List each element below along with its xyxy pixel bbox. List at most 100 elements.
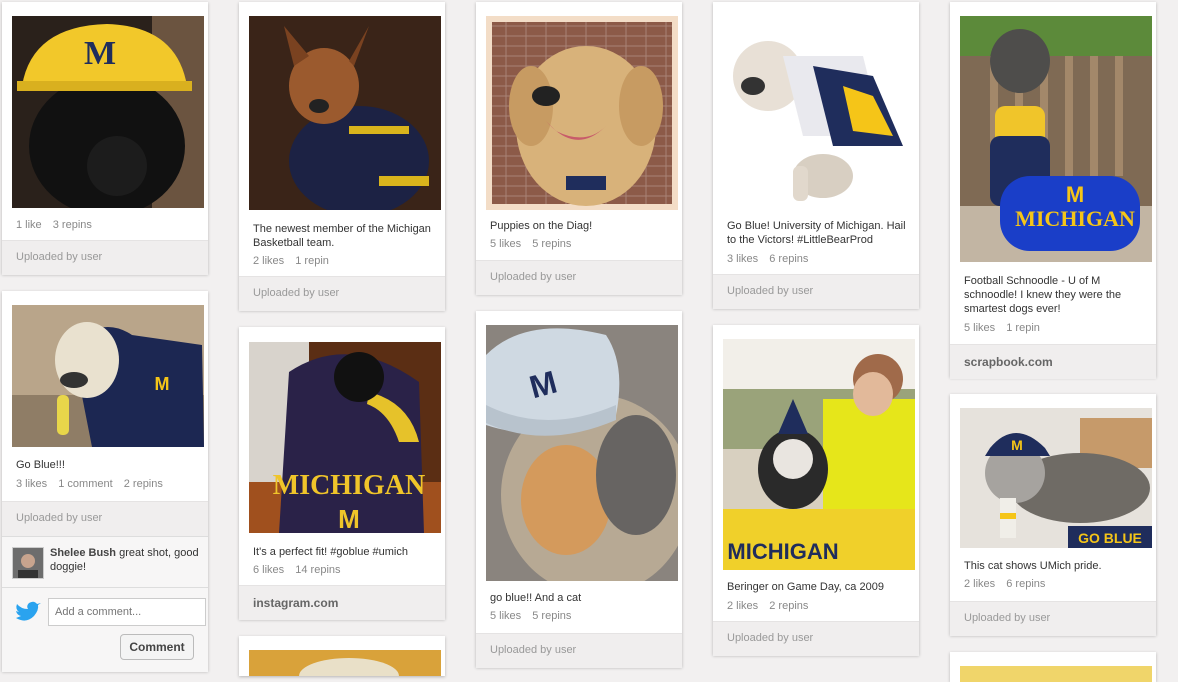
pin-card[interactable]: Go Blue! University of Michigan. Hail to… (713, 2, 919, 309)
pin-source[interactable]: Uploaded by user (713, 621, 919, 656)
pillow-michigan-text: MICHIGAN (1015, 206, 1135, 231)
pin-card[interactable] (239, 636, 445, 676)
repins-count[interactable]: 1 repin (295, 255, 329, 267)
pin-description: Go Blue!!! (16, 459, 65, 471)
likes-count[interactable]: 6 likes (253, 564, 284, 576)
cat-in-beanie-photo: M (486, 325, 678, 581)
pin-card[interactable]: M GO BLUE This cat shows UMich pride. 2 … (950, 394, 1156, 636)
twitter-icon[interactable] (12, 598, 42, 628)
source-label[interactable]: Uploaded by user (490, 644, 576, 656)
pin-description: go blue!! And a cat (490, 592, 582, 604)
pin-card[interactable]: MICHIGAN M Football Schnoodle - U of M s… (950, 2, 1156, 379)
pin-stats: 1 like 3 repins (16, 219, 100, 231)
pin-stats: 6 likes 14 repins (253, 564, 349, 576)
partial-photo (249, 650, 441, 676)
source-label[interactable]: Uploaded by user (727, 632, 813, 644)
repins-count[interactable]: 5 repins (532, 610, 571, 622)
source-label[interactable]: Uploaded by user (16, 512, 102, 524)
pin-image[interactable]: MICHIGAN M (960, 16, 1152, 262)
comment-text: Shelee Bush great shot, good doggie! (50, 546, 200, 574)
pin-image[interactable] (249, 16, 441, 210)
repins-count[interactable]: 1 repin (1006, 322, 1040, 334)
pin-card[interactable]: MICHIGAN M It's a perfect fit! #goblue #… (239, 327, 445, 620)
repins-count[interactable]: 6 repins (769, 253, 808, 265)
pin-card[interactable]: M go blue!! And a cat 5 likes 5 repins U… (476, 311, 682, 668)
pin-source[interactable]: Uploaded by user (2, 501, 208, 536)
schnoodle-photo: MICHIGAN M (960, 16, 1152, 262)
hardhat-m-text: M (84, 35, 116, 72)
repins-count[interactable]: 14 repins (295, 564, 340, 576)
repins-count[interactable]: 3 repins (53, 219, 92, 231)
bulldog-cheerleader-photo (723, 16, 915, 210)
pin-source[interactable]: Uploaded by user (239, 276, 445, 311)
source-label[interactable]: Uploaded by user (16, 251, 102, 263)
comment-input[interactable] (48, 598, 206, 626)
pin-image[interactable] (723, 16, 915, 210)
hoodie-m-text: M (338, 504, 360, 533)
source-label[interactable]: Uploaded by user (490, 271, 576, 283)
pin-description: Football Schnoodle - U of M schnoodle! I… (964, 275, 1122, 315)
likes-count[interactable]: 5 likes (490, 610, 521, 622)
repins-count[interactable]: 5 repins (532, 238, 571, 250)
source-link[interactable]: instagram.com (253, 596, 338, 610)
likes-count[interactable]: 2 likes (253, 255, 284, 267)
pin-card[interactable] (950, 652, 1156, 682)
pin-image[interactable] (486, 16, 678, 210)
gameday-dog-photo: MICHIGAN (723, 339, 915, 570)
pin-source[interactable]: scrapbook.com (950, 344, 1156, 379)
source-label[interactable]: Uploaded by user (253, 287, 339, 299)
avatar[interactable] (12, 547, 44, 579)
pin-image[interactable] (249, 650, 441, 676)
likes-count[interactable]: 2 likes (727, 600, 758, 612)
pin-stats: 5 likes 1 repin (964, 322, 1048, 334)
source-link[interactable]: scrapbook.com (964, 355, 1053, 369)
banner-michigan-text: MICHIGAN (727, 539, 838, 564)
likes-count[interactable]: 2 likes (964, 578, 995, 590)
pin-image[interactable]: M (486, 325, 678, 581)
pin-source[interactable]: Uploaded by user (950, 601, 1156, 636)
pin-stats: 2 likes 6 repins (964, 578, 1053, 590)
pin-card[interactable]: Puppies on the Diag! 5 likes 5 repins Up… (476, 2, 682, 295)
likes-count[interactable]: 1 like (16, 219, 42, 231)
pin-card[interactable]: MICHIGAN Beringer on Game Day, ca 2009 2… (713, 325, 919, 656)
pin-source[interactable]: Uploaded by user (476, 260, 682, 295)
pin-source[interactable]: instagram.com (239, 585, 445, 620)
golden-retriever-photo (486, 16, 678, 210)
pin-image[interactable]: M (12, 16, 204, 208)
repins-count[interactable]: 2 repins (124, 478, 163, 490)
pin-image[interactable]: M (12, 305, 204, 447)
pin-card[interactable]: The newest member of the Michigan Basket… (239, 2, 445, 311)
pin-source[interactable]: Uploaded by user (476, 633, 682, 668)
pin-image[interactable]: MICHIGAN M (249, 342, 441, 533)
source-label[interactable]: Uploaded by user (964, 612, 1050, 624)
comment-button[interactable]: Comment (120, 634, 194, 660)
pin-image[interactable]: MICHIGAN (723, 339, 915, 570)
dog-in-hoodie-photo: MICHIGAN M (249, 342, 441, 533)
likes-count[interactable]: 5 likes (964, 322, 995, 334)
cap-m-text: M (1011, 437, 1023, 453)
pin-card[interactable]: M Go Blue!!! 3 likes 1 comment 2 repins … (2, 291, 208, 672)
likes-count[interactable]: 5 likes (490, 238, 521, 250)
likes-count[interactable]: 3 likes (727, 253, 758, 265)
comment-author[interactable]: Shelee Bush (50, 547, 116, 559)
chihuahua-photo (249, 16, 441, 210)
pin-source[interactable]: Uploaded by user (713, 274, 919, 309)
cat-in-cap-photo: M GO BLUE (960, 408, 1152, 548)
pin-image[interactable]: M GO BLUE (960, 408, 1152, 548)
dog-in-hardhat-photo: M (12, 16, 204, 208)
pin-comment: Shelee Bush great shot, good doggie! (2, 536, 208, 587)
source-label[interactable]: Uploaded by user (727, 285, 813, 297)
repins-count[interactable]: 6 repins (1006, 578, 1045, 590)
pin-description: Go Blue! University of Michigan. Hail to… (727, 220, 906, 246)
pin-description: Puppies on the Diag! (490, 220, 593, 232)
pin-source[interactable]: Uploaded by user (2, 240, 208, 275)
repins-count[interactable]: 2 repins (769, 600, 808, 612)
likes-count[interactable]: 3 likes (16, 478, 47, 490)
add-comment-area: Comment (2, 587, 208, 672)
pin-description: It's a perfect fit! #goblue #umich (253, 546, 408, 558)
pin-card[interactable]: M 1 like 3 repins Uploaded by user (2, 2, 208, 275)
comments-count[interactable]: 1 comment (58, 478, 112, 490)
pin-description: Beringer on Game Day, ca 2009 (727, 581, 884, 593)
pin-image[interactable] (960, 666, 1152, 682)
pin-stats: 2 likes 2 repins (727, 600, 816, 612)
